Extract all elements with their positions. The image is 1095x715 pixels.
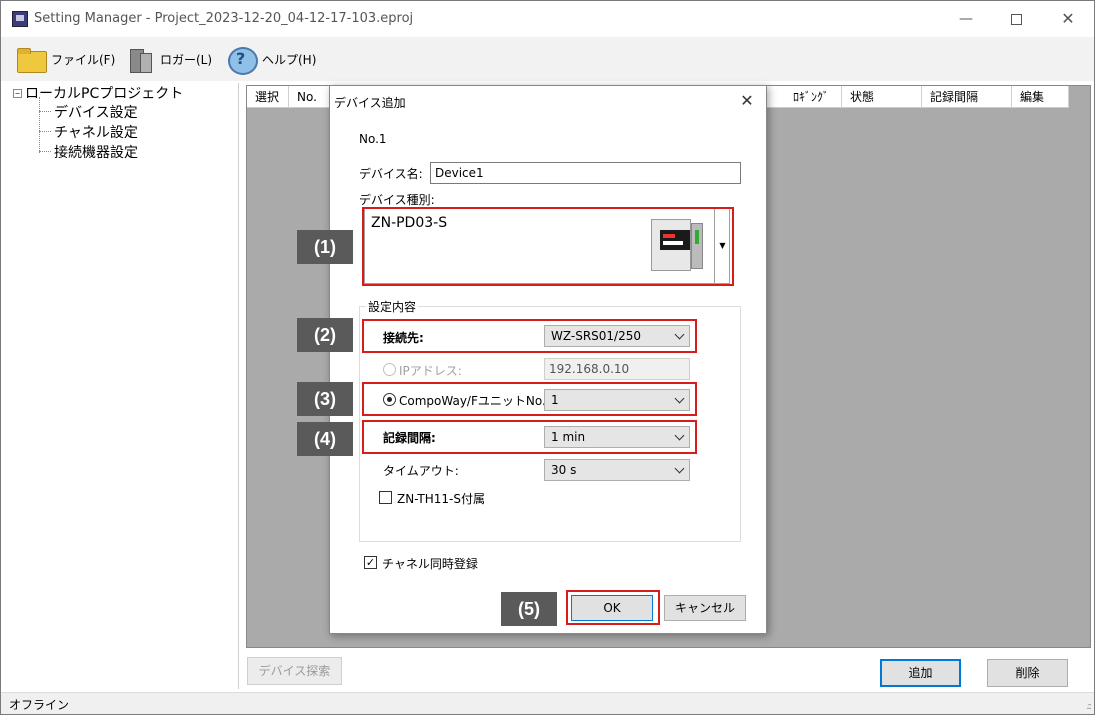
device-name-label: デバイス名: [359, 167, 423, 181]
cancel-button[interactable]: キャンセル [664, 595, 746, 621]
maximize-button[interactable] [996, 7, 1036, 31]
logger-icon [124, 43, 156, 75]
channel-simultaneous-label: チャネル同時登録 [382, 557, 478, 571]
timeout-label: タイムアウト: [383, 464, 459, 478]
menu-help-label: ヘルプ(H) [262, 52, 317, 67]
checkbox-checked-icon[interactable]: ✓ [364, 556, 377, 569]
tree-root-label: ローカルPCプロジェクト [25, 86, 184, 102]
add-device-dialog: デバイス追加 ✕ No.1 デバイス名: Device1 デバイス種別: ZN-… [329, 85, 767, 634]
window-title: Setting Manager - Project_2023-12-20_04-… [34, 11, 414, 26]
tree-item-channel-settings[interactable]: チャネル設定 [33, 122, 138, 142]
device-search-button[interactable]: デバイス探索 [247, 657, 342, 685]
highlight-record-interval [362, 420, 697, 454]
status-text: オフライン [9, 698, 70, 712]
highlight-destination [362, 319, 697, 353]
checkbox-unchecked-icon[interactable] [379, 491, 392, 504]
menu-help[interactable]: ヘルプ(H) [226, 42, 316, 76]
annotation-label-4: (4) [297, 422, 353, 456]
folder-icon [15, 43, 47, 75]
column-header-no[interactable]: No. [289, 86, 334, 108]
status-bar: オフライン .:: [1, 692, 1094, 714]
add-button[interactable]: 追加 [880, 659, 961, 687]
annotation-label-1: (1) [297, 230, 353, 264]
settings-group-title: 設定内容 [366, 298, 419, 315]
device-type-label: デバイス種別: [359, 193, 435, 207]
column-header-status[interactable]: 状態 [842, 86, 922, 108]
zn-th11-checkbox[interactable]: ZN-TH11-S付属 [379, 490, 485, 507]
menu-file[interactable]: ファイル(F) [15, 42, 115, 76]
tree-item-connected-device-settings[interactable]: 接続機器設定 [33, 142, 138, 162]
ip-address-input: 192.168.0.10 [544, 358, 690, 380]
annotation-label-2: (2) [297, 318, 353, 352]
timeout-value: 30 s [551, 463, 577, 477]
dialog-title: デバイス追加 [334, 96, 406, 110]
minimize-button[interactable]: — [946, 7, 986, 31]
highlight-ok-button [566, 590, 660, 625]
menu-logger-label: ロガー(L) [160, 52, 213, 67]
channel-simultaneous-checkbox[interactable]: ✓ チャネル同時登録 [364, 555, 478, 572]
device-name-input[interactable]: Device1 [430, 162, 741, 184]
column-header-edit[interactable]: 編集 [1012, 86, 1069, 108]
app-icon [12, 11, 28, 27]
help-icon [226, 43, 258, 75]
highlight-device-type [362, 207, 734, 286]
timeout-select[interactable]: 30 s [544, 459, 690, 481]
delete-button[interactable]: 削除 [987, 659, 1068, 687]
menu-bar: ファイル(F) ロガー(L) ヘルプ(H) [1, 37, 1094, 81]
highlight-compoway [362, 382, 697, 416]
menu-logger[interactable]: ロガー(L) [124, 42, 212, 76]
ip-address-label: IPアドレス: [399, 364, 462, 378]
annotation-label-3: (3) [297, 382, 353, 416]
ip-address-radio: IPアドレス: [383, 362, 462, 379]
column-header-interval[interactable]: 記録間隔 [922, 86, 1012, 108]
dialog-close-button[interactable]: ✕ [735, 90, 759, 112]
column-header-logging[interactable]: ﾛｷﾞﾝｸﾞ [785, 86, 842, 108]
column-header-select[interactable]: 選択 [247, 86, 289, 108]
maximize-icon [1010, 13, 1022, 25]
menu-file-label: ファイル(F) [51, 52, 116, 67]
ip-radio-icon [383, 363, 396, 376]
tree-item-device-settings[interactable]: デバイス設定 [33, 102, 138, 122]
zn-th11-label: ZN-TH11-S付属 [397, 492, 485, 506]
title-bar: Setting Manager - Project_2023-12-20_04-… [1, 1, 1094, 37]
chevron-down-icon [674, 463, 685, 474]
resize-grip-icon[interactable]: .:: [1086, 701, 1092, 712]
project-tree: − ローカルPCプロジェクト デバイス設定 チャネル設定 接続機器設定 [3, 83, 239, 689]
close-button[interactable]: ✕ [1048, 7, 1088, 31]
device-number-label: No.1 [359, 132, 387, 146]
collapse-icon[interactable]: − [13, 88, 22, 98]
annotation-label-5: (5) [501, 592, 557, 626]
